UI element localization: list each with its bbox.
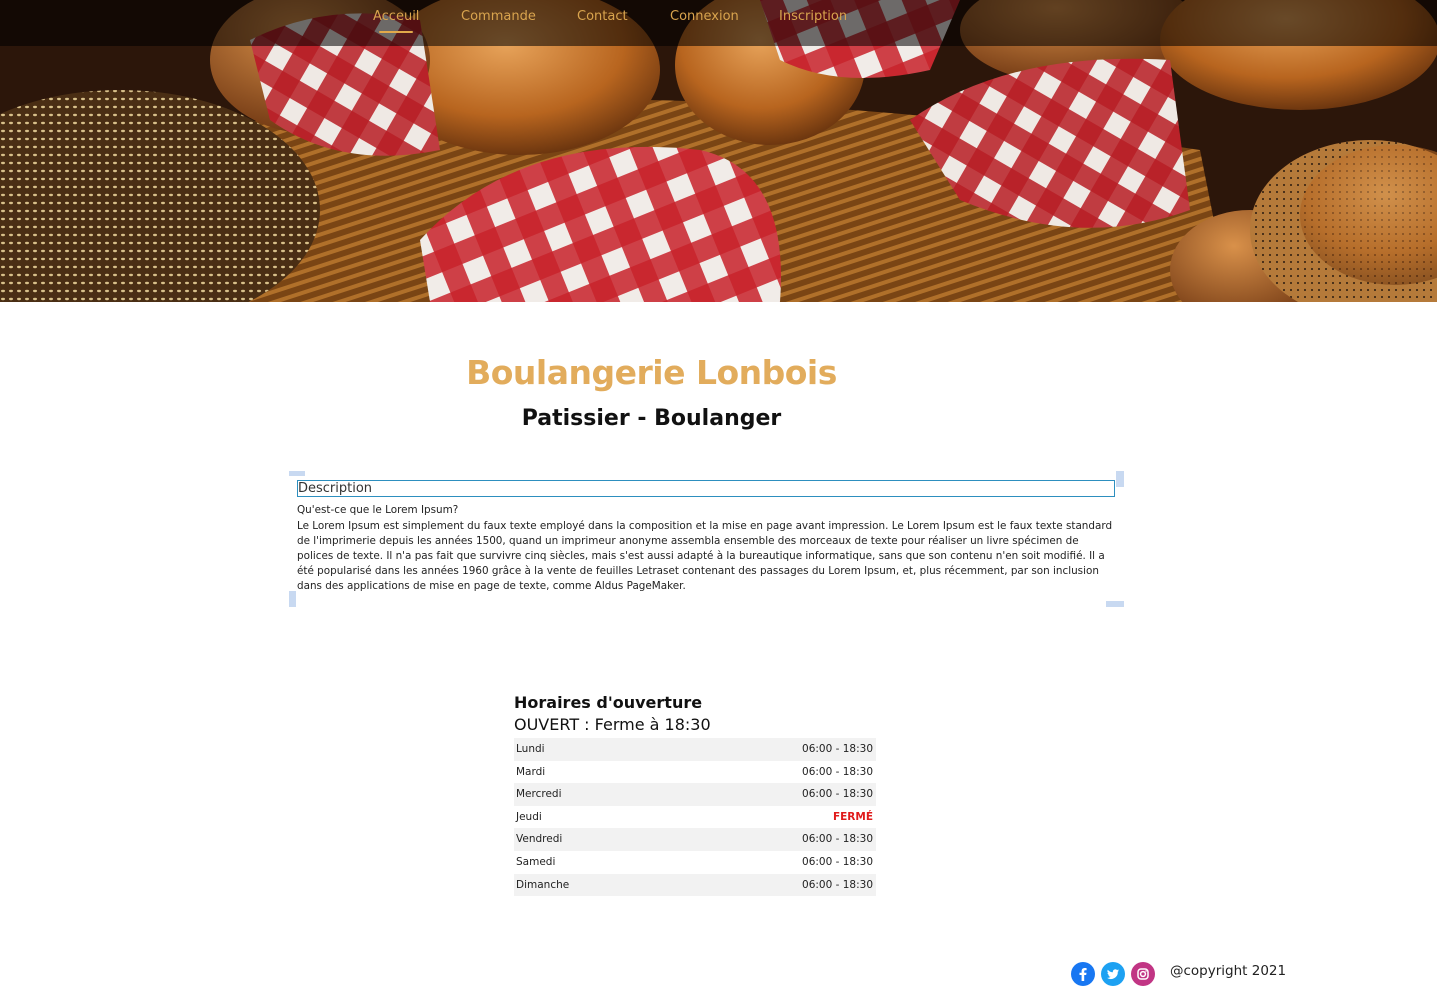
- resize-handle-top-left[interactable]: [289, 471, 305, 476]
- hours-row-vendredi: Vendredi 06:00 - 18:30: [514, 828, 876, 851]
- hours-time: 06:00 - 18:30: [802, 855, 873, 868]
- hours-row-samedi: Samedi 06:00 - 18:30: [514, 851, 876, 874]
- resize-handle-top-right[interactable]: [1116, 471, 1124, 487]
- copyright-text: @copyright 2021: [1170, 963, 1287, 979]
- nav-item-acceuil[interactable]: Acceuil: [373, 9, 419, 33]
- description-field[interactable]: Description: [297, 480, 1115, 497]
- hours-row-lundi: Lundi 06:00 - 18:30: [514, 738, 876, 761]
- hours-title: Horaires d'ouverture: [514, 693, 703, 712]
- hours-time: 06:00 - 18:30: [802, 743, 873, 755]
- hours-closed-label: FERMÉ: [832, 810, 873, 823]
- nav-item-commande[interactable]: Commande: [461, 9, 536, 24]
- opening-hours: Horaires d'ouverture OUVERT : Ferme à 18…: [514, 693, 876, 897]
- nav-item-contact[interactable]: Contact: [577, 9, 628, 24]
- description-section: Description Qu'est-ce que le Lorem Ipsum…: [289, 471, 1125, 608]
- hours-status: OUVERT : Ferme à 18:30: [514, 715, 711, 734]
- hours-row-mardi: Mardi 06:00 - 18:30: [514, 761, 876, 784]
- main-nav: Acceuil Commande Contact Connexion Inscr…: [0, 0, 1437, 46]
- nav-item-inscription[interactable]: Inscription: [779, 9, 847, 24]
- site-subtitle: Patissier - Boulanger: [521, 406, 782, 431]
- instagram-icon[interactable]: [1131, 962, 1155, 986]
- hours-day: Lundi: [516, 743, 545, 755]
- hours-row-mercredi: Mercredi 06:00 - 18:30: [514, 783, 876, 806]
- hours-time: 06:00 - 18:30: [802, 878, 873, 891]
- resize-handle-bottom-right[interactable]: [1106, 601, 1124, 607]
- hours-day: Vendredi: [516, 833, 563, 846]
- nav-item-connexion[interactable]: Connexion: [670, 9, 739, 24]
- hours-time: 06:00 - 18:30: [802, 833, 873, 846]
- hours-day: Dimanche: [516, 878, 570, 891]
- hours-row-jeudi: Jeudi FERMÉ: [514, 806, 876, 829]
- hours-time: 06:00 - 18:30: [802, 788, 873, 801]
- hours-day: Samedi: [516, 855, 556, 868]
- hours-day: Mercredi: [516, 788, 562, 801]
- site-title: Boulangerie Lonbois: [466, 353, 837, 392]
- description-body: Le Lorem Ipsum est simplement du faux te…: [297, 520, 1113, 592]
- hero-banner: Acceuil Commande Contact Connexion Inscr…: [0, 0, 1437, 302]
- hours-day: Mardi: [516, 765, 546, 778]
- hours-table: Lundi 06:00 - 18:30 Mardi 06:00 - 18:30 …: [514, 738, 876, 897]
- resize-handle-bottom-left[interactable]: [289, 591, 296, 607]
- hours-time: 06:00 - 18:30: [802, 765, 873, 778]
- description-question: Qu'est-ce que le Lorem Ipsum?: [297, 504, 459, 516]
- hours-day: Jeudi: [516, 810, 542, 823]
- hours-row-dimanche: Dimanche 06:00 - 18:30: [514, 873, 876, 897]
- twitter-icon[interactable]: [1101, 962, 1125, 986]
- facebook-icon[interactable]: [1071, 962, 1095, 986]
